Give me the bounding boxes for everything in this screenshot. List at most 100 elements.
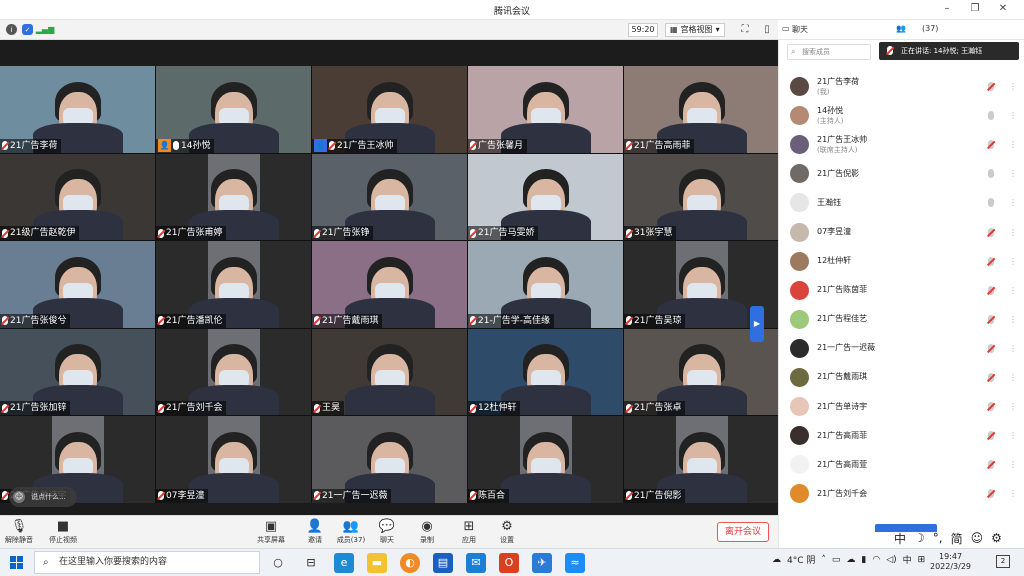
taskbar-clock[interactable]: 19:47 2022/3/29 xyxy=(930,552,971,572)
tray-app-icon[interactable]: ▭ xyxy=(832,555,841,565)
participant-row[interactable]: 12杜仲轩 ⋮ xyxy=(779,247,1024,276)
participant-row[interactable]: 21广告高雨菲 ⋮ xyxy=(779,421,1024,450)
widgets-icon[interactable]: ⊟ xyxy=(301,553,321,573)
emoji-icon[interactable]: ☺ xyxy=(971,531,984,545)
ime-settings-gear-icon[interactable]: ⚙ xyxy=(991,531,1002,545)
muted-microphone-icon[interactable] xyxy=(988,460,994,470)
weather-text[interactable]: 4°C 阴 xyxy=(787,553,815,566)
taskbar-search-input[interactable]: ⌕ 在这里输入你要搜索的内容 xyxy=(34,551,260,574)
muted-microphone-icon[interactable] xyxy=(988,431,994,441)
stop-video-button[interactable]: ■ 停止视频 xyxy=(46,519,80,545)
more-options-icon[interactable]: ⋮ xyxy=(1009,198,1017,207)
video-tile[interactable]: 21广告张铮 xyxy=(312,153,467,240)
minimize-icon[interactable]: – xyxy=(940,3,954,14)
task-view-icon[interactable]: ○ xyxy=(268,553,288,573)
video-tile[interactable]: 陈百合 xyxy=(468,416,623,503)
muted-microphone-icon[interactable] xyxy=(988,227,994,237)
video-tile[interactable]: 广告张馨月 xyxy=(468,66,623,153)
video-tile[interactable]: 王昊 xyxy=(312,328,467,415)
more-options-icon[interactable]: ⋮ xyxy=(1009,169,1017,178)
muted-microphone-icon[interactable] xyxy=(988,140,994,150)
video-tile[interactable]: 21广告张俊兮 xyxy=(0,241,155,328)
more-options-icon[interactable]: ⋮ xyxy=(1009,402,1017,411)
moon-icon[interactable]: ☽ xyxy=(914,531,925,545)
more-options-icon[interactable]: ⋮ xyxy=(1009,344,1017,353)
apps-button[interactable]: ⊞ 应用 xyxy=(452,519,486,545)
video-tile[interactable]: 21广告倪影 xyxy=(624,416,779,503)
video-tile[interactable]: 21一广告一迟薇 xyxy=(312,416,467,503)
more-options-icon[interactable]: ⋮ xyxy=(1009,315,1017,324)
chat-button[interactable]: 💬 聊天 xyxy=(370,519,404,545)
more-options-icon[interactable]: ⋮ xyxy=(1009,82,1017,91)
network-signal-icon[interactable]: ▂▄▆ xyxy=(36,24,54,35)
more-options-icon[interactable]: ⋮ xyxy=(1009,286,1017,295)
windows-start-icon[interactable] xyxy=(10,556,24,570)
video-tile[interactable]: 21广告张加锌 xyxy=(0,328,155,415)
weather-icon[interactable]: ☁ xyxy=(772,555,781,565)
wifi-icon[interactable]: ◠ xyxy=(872,555,880,565)
fullscreen-icon[interactable]: ⛶ xyxy=(738,23,752,37)
notification-icon[interactable]: 2 xyxy=(996,555,1010,568)
info-icon[interactable]: i xyxy=(6,24,17,35)
more-options-icon[interactable]: ⋮ xyxy=(1009,431,1017,440)
firefox-icon[interactable]: ◐ xyxy=(400,553,420,573)
participant-row[interactable]: 21广告陈茵菲 ⋮ xyxy=(779,276,1024,305)
video-tile[interactable]: 21广告戴雨琪 xyxy=(312,241,467,328)
participant-row[interactable]: 21广告王冰帅 (联席主持人) ⋮ xyxy=(779,130,1024,159)
file-explorer-icon[interactable]: ▬ xyxy=(367,553,387,573)
participant-row[interactable]: 21一广告一迟薇 ⋮ xyxy=(779,334,1024,363)
video-tile[interactable]: 21广告马雯娇 xyxy=(468,153,623,240)
video-tile[interactable]: 👤 14孙悦 xyxy=(156,66,311,153)
participant-row[interactable]: 21广告刘千会 ⋮ xyxy=(779,479,1024,508)
microphone-icon[interactable] xyxy=(988,169,994,179)
muted-microphone-icon[interactable] xyxy=(988,489,994,499)
record-button[interactable]: ◉ 录制 xyxy=(410,519,444,545)
muted-microphone-icon[interactable] xyxy=(988,256,994,266)
participant-row[interactable]: 14孙悦 (主持人) ⋮ xyxy=(779,101,1024,130)
sidebar-toggle-icon[interactable]: ▯ xyxy=(760,23,774,37)
muted-microphone-icon[interactable] xyxy=(988,285,994,295)
participant-row[interactable]: 21广告程佳艺 ⋮ xyxy=(779,305,1024,334)
participant-row[interactable]: 21广告单诗宇 ⋮ xyxy=(779,392,1024,421)
video-tile[interactable]: 12杜仲轩 xyxy=(468,328,623,415)
participant-row[interactable]: 21广告戴雨琪 ⋮ xyxy=(779,363,1024,392)
video-tile[interactable]: 21广告张甫婷 xyxy=(156,153,311,240)
volume-icon[interactable]: ◁) xyxy=(886,555,896,565)
settings-button[interactable]: ⚙ 设置 xyxy=(490,519,524,545)
tray-grid-icon[interactable]: ⊞ xyxy=(918,555,926,565)
security-shield-icon[interactable]: ✓ xyxy=(22,24,33,35)
battery-icon[interactable]: ▮ xyxy=(861,555,866,565)
punctuation-toggle[interactable]: °, xyxy=(933,531,943,545)
office-icon[interactable]: O xyxy=(499,553,519,573)
video-tile[interactable]: 07李昱潼 xyxy=(156,416,311,503)
video-tile[interactable]: 21级广告赵乾伊 xyxy=(0,153,155,240)
more-options-icon[interactable]: ⋮ xyxy=(1009,257,1017,266)
chat-tab-icon[interactable]: ▭ xyxy=(782,24,790,33)
video-tile[interactable]: 31张宇慧 xyxy=(624,153,779,240)
edge-browser-icon[interactable]: e xyxy=(334,553,354,573)
more-options-icon[interactable]: ⋮ xyxy=(1009,111,1017,120)
quick-chat-bubble[interactable]: ☺ 说点什么... xyxy=(9,487,77,507)
muted-microphone-icon[interactable] xyxy=(988,402,994,412)
unmute-button[interactable]: 🎙 解除静音 xyxy=(2,519,36,545)
close-icon[interactable]: ✕ xyxy=(996,3,1010,14)
members-button[interactable]: 👥 成员(37) xyxy=(334,519,368,545)
tray-language[interactable]: 中 xyxy=(903,553,912,566)
video-tile[interactable]: 21广告高雨菲 xyxy=(624,66,779,153)
share-screen-button[interactable]: ▣ 共享屏幕 xyxy=(254,519,288,545)
muted-microphone-icon[interactable] xyxy=(988,314,994,324)
participant-row[interactable]: 王瀚钰 ⋮ xyxy=(779,188,1024,217)
more-options-icon[interactable]: ⋮ xyxy=(1009,489,1017,498)
simplified-toggle[interactable]: 简 xyxy=(951,530,963,547)
microphone-icon[interactable] xyxy=(988,111,994,121)
muted-microphone-icon[interactable] xyxy=(988,82,994,92)
members-tab-icon[interactable]: 👥 xyxy=(896,24,906,33)
muted-microphone-icon[interactable] xyxy=(988,343,994,353)
participant-row[interactable]: 21广告倪影 ⋮ xyxy=(779,159,1024,188)
tab-chat[interactable]: 聊天 xyxy=(792,24,808,35)
video-tile[interactable]: 21-广告学-高佳缘 xyxy=(468,241,623,328)
view-mode-dropdown[interactable]: ▦ 宫格视图 ▾ xyxy=(665,23,725,37)
more-options-icon[interactable]: ⋮ xyxy=(1009,373,1017,382)
participant-row[interactable]: 21广告李荷 (我) ⋮ xyxy=(779,72,1024,101)
video-tile[interactable]: 👤 21广告王冰帅 xyxy=(312,66,467,153)
